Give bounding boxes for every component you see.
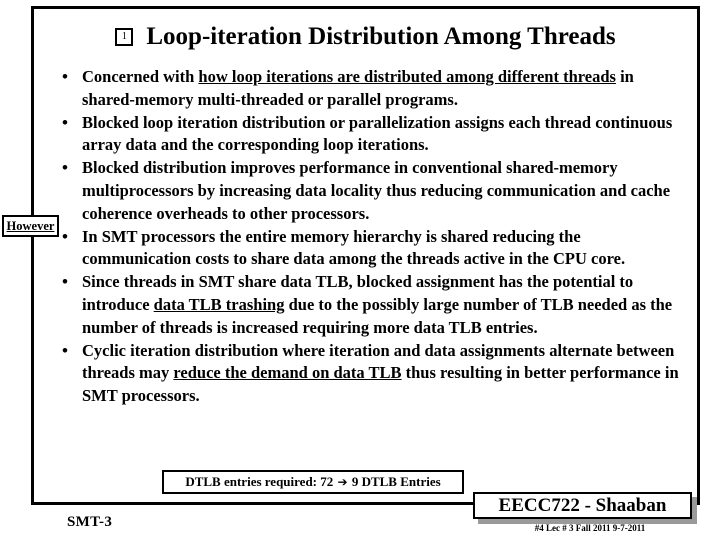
bullet-blocked-distribution-assigns: • Blocked loop iteration distribution or … [56,112,684,158]
dtlb-entries-note-text: DTLB entries required: 72 ➔ 9 DTLB Entri… [185,474,440,490]
bullet-text: Since threads in SMT share data TLB, blo… [82,271,684,339]
footer-meta-label: #4 Lec # 3 Fall 2011 9-7-2011 [534,523,646,533]
bullet-concerned-with: • Concerned with how loop iterations are … [56,66,684,112]
dtlb-note-prefix: DTLB entries required: 72 [185,474,337,489]
however-callout-label: However [6,219,55,233]
bullet-smt-memory-hierarchy-shared: • In SMT processors the entire memory hie… [56,226,684,272]
dtlb-entries-note-box: DTLB entries required: 72 ➔ 9 DTLB Entri… [162,470,464,494]
right-arrow-icon: ➔ [337,475,348,489]
plain-phrase: Blocked distribution improves performanc… [82,158,671,223]
bullet-dot-icon: • [62,340,68,360]
plain-phrase: In SMT processors the entire memory hier… [82,226,626,269]
title-marker-icon: 1 [115,28,134,46]
emphasized-phrase: data TLB trashing [153,294,285,314]
page-title: Loop-iteration Distribution Among Thread… [146,23,616,50]
bullet-text: Cyclic iteration distribution where iter… [82,340,684,408]
bullet-dot-icon: • [62,67,68,86]
bullet-dot-icon: • [62,272,68,292]
dtlb-note-suffix: 9 DTLB Entries [348,474,441,489]
plain-phrase: Blocked loop iteration distribution or p… [82,112,673,155]
slide-number-label: SMT-3 [67,514,113,530]
however-callout-box: However [2,215,59,237]
emphasized-phrase: how loop iterations are distributed amon… [198,67,616,86]
bullet-dot-icon: • [62,112,68,132]
bullet-smt-share-data-tlb: • Since threads in SMT share data TLB, bl… [56,271,684,339]
bullet-text: Blocked loop iteration distribution or p… [82,112,684,158]
bullet-cyclic-iteration-distribution: • Cyclic iteration distribution where ite… [56,340,684,408]
course-badge-label: EECC722 - Shaaban [498,495,667,516]
course-badge-group: EECC722 - Shaaban [473,492,697,524]
bullet-blocked-improves-performance: • Blocked distribution improves performan… [56,157,684,225]
slide-title-row: 1 Loop-iteration Distribution Among Thre… [31,20,700,54]
bullet-text: Blocked distribution improves performanc… [82,157,684,225]
emphasized-phrase: reduce the demand on data TLB [173,363,402,383]
bullet-text: In SMT processors the entire memory hier… [82,226,684,272]
bullet-list: • Concerned with how loop iterations are … [56,66,684,408]
bullet-text: Concerned with how loop iterations are d… [82,66,684,112]
plain-phrase: Concerned with [82,67,199,86]
course-badge: EECC722 - Shaaban [473,492,692,519]
bullet-dot-icon: • [62,226,68,246]
bullet-dot-icon: • [62,158,68,178]
